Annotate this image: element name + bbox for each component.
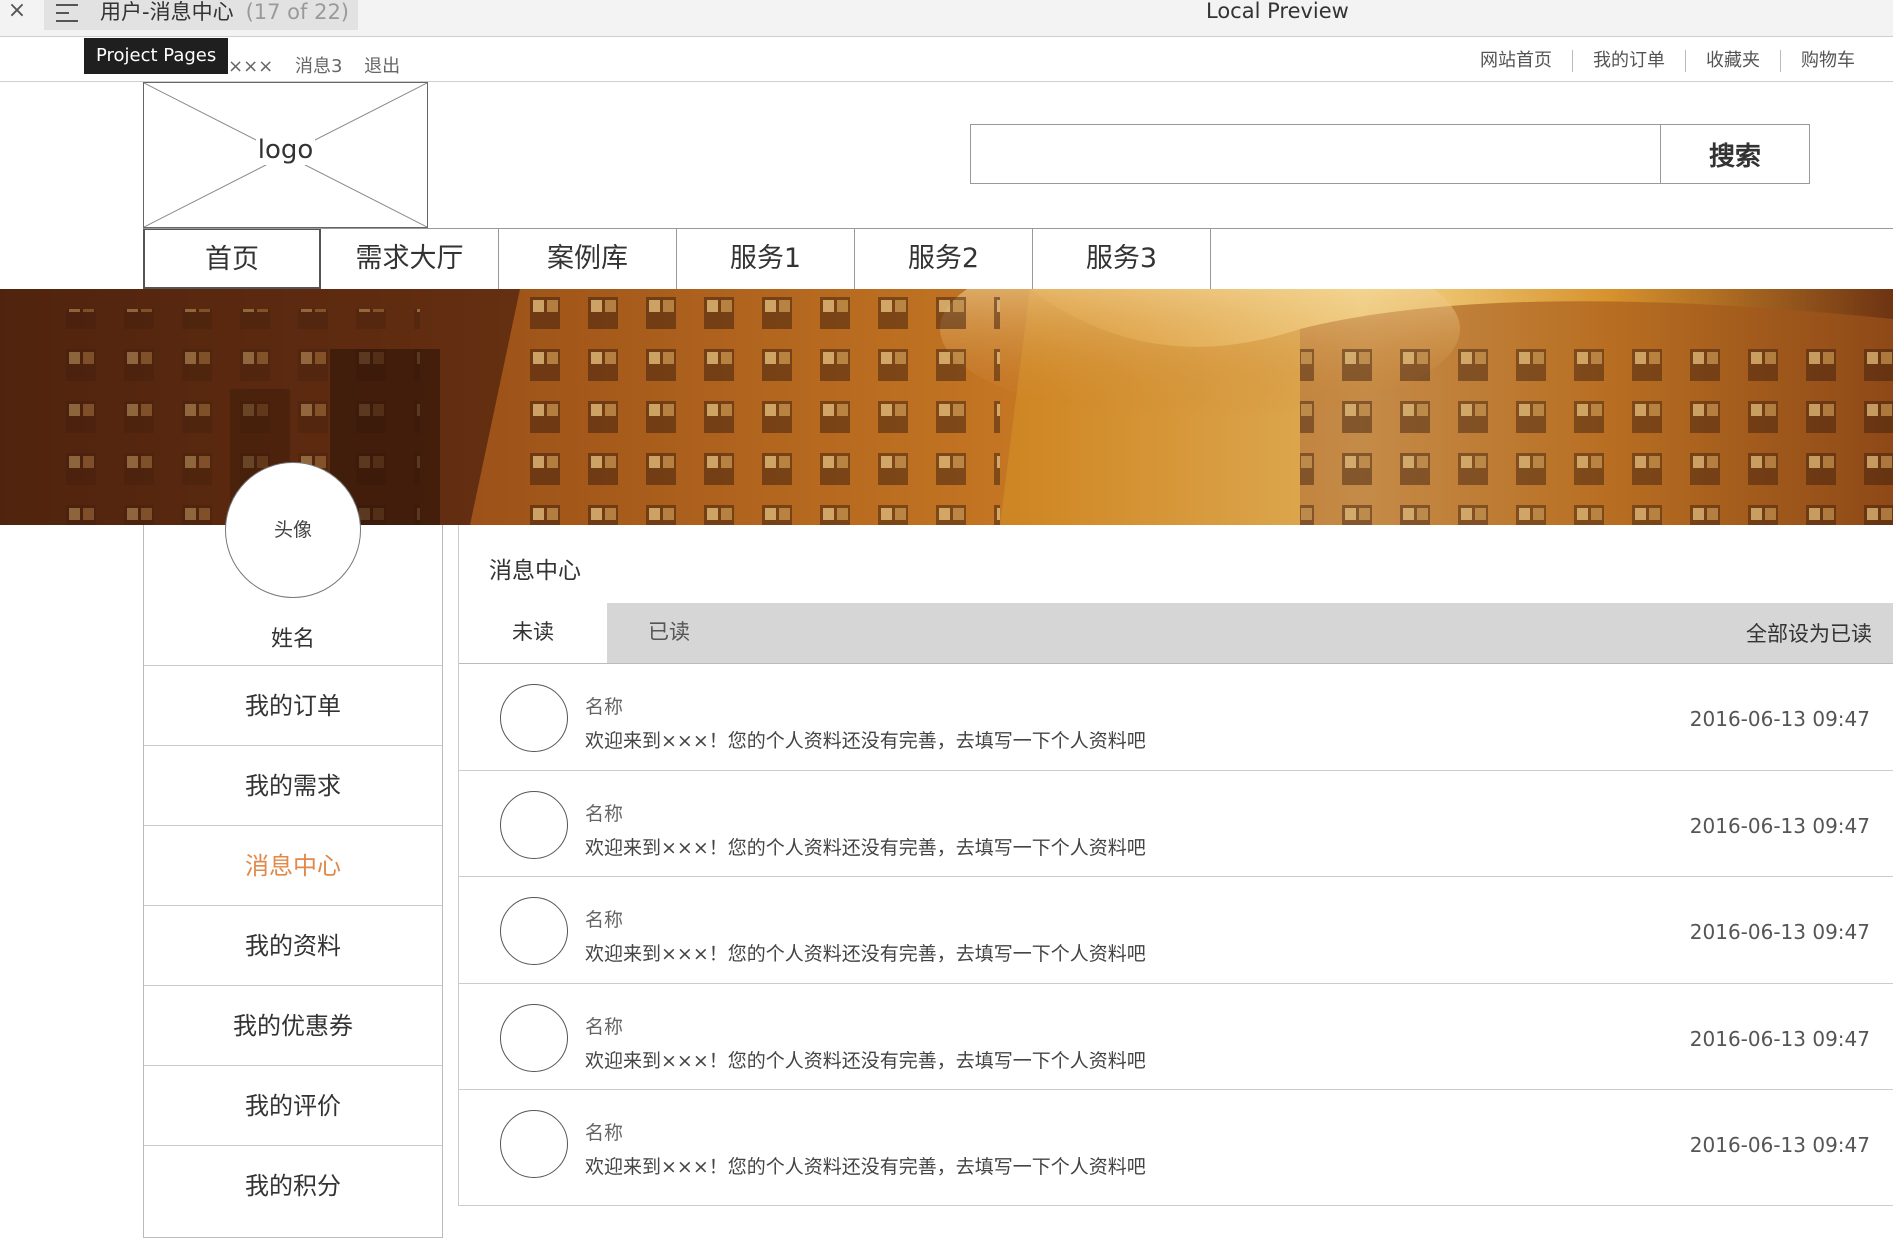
message-item[interactable]: 名称 欢迎来到×××！您的个人资料还没有完善，去填写一下个人资料吧 2016-0… — [459, 982, 1893, 1090]
message-avatar — [500, 1110, 568, 1178]
cart-link[interactable]: 购物车 — [1780, 50, 1875, 72]
nav-item-case-library[interactable]: 案例库 — [499, 229, 677, 289]
username-link[interactable]: ××× — [228, 56, 273, 77]
hamburger-menu-icon[interactable] — [56, 4, 78, 22]
messages-link[interactable]: 消息3 — [295, 56, 342, 77]
message-time: 2016-06-13 09:47 — [1689, 920, 1870, 944]
message-item[interactable]: 名称 欢迎来到×××！您的个人资料还没有完善，去填写一下个人资料吧 2016-0… — [459, 876, 1893, 983]
page-title: 用户-消息中心 (17 of 22) — [100, 0, 349, 24]
message-sender: 名称 — [585, 1122, 624, 1144]
sidebar-item-my-points[interactable]: 我的积分 — [144, 1145, 442, 1225]
tab-read[interactable]: 已读 — [609, 603, 729, 663]
message-sender: 名称 — [585, 802, 624, 825]
message-avatar — [500, 1003, 568, 1072]
user-name: 姓名 — [270, 627, 315, 652]
panel-title: 消息中心 — [489, 558, 581, 584]
main-nav: 首页 需求大厅 案例库 服务1 服务2 服务3 — [143, 229, 1211, 289]
avatar[interactable]: 头像 — [225, 462, 361, 598]
site-links: 网站首页 我的订单 收藏夹 购物车 — [1460, 50, 1875, 72]
nav-item-service-2[interactable]: 服务2 — [855, 229, 1033, 289]
message-time: 2016-06-13 09:47 — [1689, 1133, 1870, 1157]
message-time: 2016-06-13 09:47 — [1689, 1026, 1870, 1051]
logo-label-wrap: logo — [144, 135, 427, 165]
logo-label: logo — [255, 135, 316, 165]
message-item[interactable]: 名称 欢迎来到×××！您的个人资料还没有完善，去填写一下个人资料吧 2016-0… — [459, 769, 1893, 877]
message-text: 欢迎来到×××！您的个人资料还没有完善，去填写一下个人资料吧 — [585, 730, 1146, 752]
message-sender: 名称 — [585, 1015, 624, 1038]
message-text: 欢迎来到×××！您的个人资料还没有完善，去填写一下个人资料吧 — [585, 1049, 1146, 1072]
message-sender: 名称 — [585, 696, 624, 718]
message-tabs: 未读 已读 全部设为已读 — [459, 603, 1893, 663]
search-input[interactable] — [970, 124, 1661, 184]
project-pages-tooltip: Project Pages — [84, 38, 229, 74]
user-links: ××× 消息3 退出 — [228, 52, 416, 78]
logo-placeholder[interactable]: logo — [143, 82, 428, 228]
sidebar-item-my-profile[interactable]: 我的资料 — [144, 905, 442, 985]
tab-unread[interactable]: 未读 — [459, 603, 607, 663]
top-links-bar: ××× 消息3 退出 网站首页 我的订单 收藏夹 购物车 — [0, 38, 1893, 82]
my-orders-link[interactable]: 我的订单 — [1572, 50, 1685, 72]
message-item[interactable]: 名称 欢迎来到×××！您的个人资料还没有完善，去填写一下个人资料吧 2016-0… — [459, 663, 1893, 770]
mark-all-read-button[interactable]: 全部设为已读 — [1746, 603, 1872, 665]
nav-item-service-1[interactable]: 服务1 — [677, 229, 855, 289]
message-time: 2016-06-13 09:47 — [1689, 813, 1870, 838]
message-list: 名称 欢迎来到×××！您的个人资料还没有完善，去填写一下个人资料吧 2016-0… — [459, 663, 1893, 1196]
message-avatar — [500, 790, 568, 859]
user-sidebar: 姓名 我的订单 我的需求 消息中心 我的资料 我的优惠券 我的评价 我的积分 — [143, 525, 443, 1238]
message-sender: 名称 — [585, 909, 624, 931]
message-text: 欢迎来到×××！您的个人资料还没有完善，去填写一下个人资料吧 — [585, 1156, 1146, 1178]
page-count: (17 of 22) — [245, 0, 349, 24]
page-title-text: 用户-消息中心 — [100, 0, 234, 24]
message-avatar — [500, 684, 568, 752]
nav-item-demand-hall[interactable]: 需求大厅 — [321, 229, 499, 289]
preview-title: Local Preview — [1206, 0, 1349, 23]
sidebar-menu: 我的订单 我的需求 消息中心 我的资料 我的优惠券 我的评价 我的积分 — [144, 665, 442, 1225]
logout-link[interactable]: 退出 — [364, 56, 400, 77]
message-item[interactable]: 名称 欢迎来到×××！您的个人资料还没有完善，去填写一下个人资料吧 2016-0… — [459, 1089, 1893, 1196]
search-button[interactable]: 搜索 — [1660, 124, 1810, 184]
message-time: 2016-06-13 09:47 — [1689, 707, 1870, 731]
sidebar-item-my-reviews[interactable]: 我的评价 — [144, 1065, 442, 1145]
sidebar-item-my-demands[interactable]: 我的需求 — [144, 745, 442, 825]
message-text: 欢迎来到×××！您的个人资料还没有完善，去填写一下个人资料吧 — [585, 943, 1146, 965]
favorites-link[interactable]: 收藏夹 — [1685, 50, 1780, 72]
close-icon[interactable]: × — [6, 0, 28, 26]
message-avatar — [500, 897, 568, 965]
message-center-panel: 消息中心 未读 已读 全部设为已读 名称 欢迎来到×××！您的个人资料还没有完善… — [458, 525, 1893, 1206]
preview-toolbar: × 用户-消息中心 (17 of 22) Local Preview — [0, 0, 1893, 37]
sidebar-item-my-orders[interactable]: 我的订单 — [144, 665, 442, 745]
nav-item-service-3[interactable]: 服务3 — [1033, 229, 1211, 289]
nav-item-home[interactable]: 首页 — [143, 229, 321, 289]
sidebar-item-message-center[interactable]: 消息中心 — [144, 825, 442, 905]
message-text: 欢迎来到×××！您的个人资料还没有完善，去填写一下个人资料吧 — [585, 836, 1146, 859]
page-selector[interactable]: 用户-消息中心 (17 of 22) — [44, 0, 358, 30]
sidebar-item-my-coupons[interactable]: 我的优惠券 — [144, 985, 442, 1065]
site-home-link[interactable]: 网站首页 — [1460, 50, 1572, 72]
